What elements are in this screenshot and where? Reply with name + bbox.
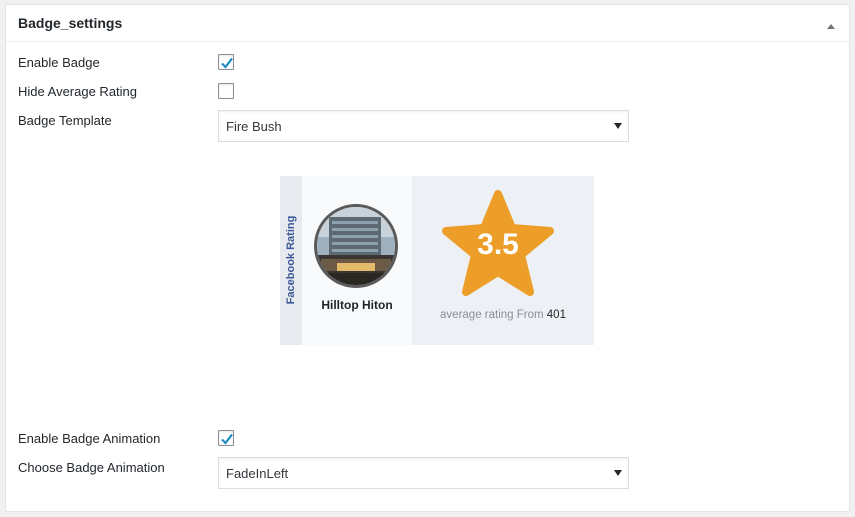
choose-badge-animation-select[interactable]: FadeInLeft bbox=[218, 457, 629, 489]
badge-platform-label: Facebook Rating bbox=[285, 215, 297, 305]
panel-header: Badge_settings bbox=[6, 5, 849, 42]
badge-template-value: Fire Bush bbox=[226, 119, 282, 134]
enable-badge-animation-checkbox[interactable] bbox=[218, 430, 234, 446]
hide-average-rating-label: Hide Average Rating bbox=[18, 84, 138, 99]
checkmark-icon bbox=[221, 433, 233, 445]
badge-business-section: Hilltop Hiton bbox=[302, 176, 412, 345]
badge-template-select[interactable]: Fire Bush bbox=[218, 110, 629, 142]
panel-title: Badge_settings bbox=[18, 15, 123, 31]
enable-badge-label: Enable Badge bbox=[18, 55, 100, 70]
enable-badge-checkbox[interactable] bbox=[218, 54, 234, 70]
badge-settings-panel: Badge_settings Enable Badge Hide Average… bbox=[5, 4, 850, 512]
badge-preview: Facebook Rating Hilltop Hiton 3.5 averag… bbox=[280, 176, 594, 345]
badge-platform-strip: Facebook Rating bbox=[280, 176, 302, 345]
review-count: 401 bbox=[546, 309, 566, 321]
triangle-up-icon[interactable] bbox=[825, 18, 837, 29]
dropdown-arrow-icon bbox=[614, 470, 622, 476]
badge-animation-value: FadeInLeft bbox=[226, 466, 289, 481]
choose-badge-animation-label: Choose Badge Animation bbox=[18, 460, 165, 475]
rating-caption-text: average rating From bbox=[440, 309, 544, 321]
badge-template-label: Badge Template bbox=[18, 113, 112, 128]
hotel-photo bbox=[314, 204, 398, 288]
badge-rating-section: 3.5 average rating From 401 bbox=[412, 176, 594, 345]
enable-badge-animation-label: Enable Badge Animation bbox=[18, 431, 161, 446]
rating-value: 3.5 bbox=[477, 228, 519, 261]
dropdown-arrow-icon bbox=[614, 123, 622, 129]
hide-average-rating-checkbox[interactable] bbox=[218, 83, 234, 99]
rating-caption: average rating From 401 bbox=[412, 309, 594, 321]
business-name: Hilltop Hiton bbox=[321, 298, 393, 312]
checkmark-icon bbox=[221, 57, 233, 69]
